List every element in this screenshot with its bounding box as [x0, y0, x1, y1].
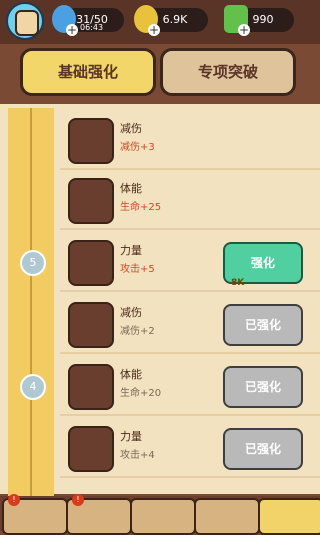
item-bonus: 生命+20: [120, 388, 162, 399]
milestone-node: 4: [20, 374, 46, 400]
energy-counter[interactable]: + 31/50 06:43: [52, 5, 124, 36]
player-avatar[interactable]: [6, 2, 44, 40]
item-bonus: 攻击+5: [120, 264, 155, 275]
heart-icon: [68, 364, 114, 410]
avatar-face-icon: [15, 10, 39, 36]
list-item: 减伤 减伤+3: [60, 110, 320, 170]
upgraded-label: 已强化: [244, 380, 281, 394]
chest-icon[interactable]: !: [2, 494, 68, 535]
upgrade-button-label: 强化: [250, 256, 275, 270]
alert-badge: !: [8, 494, 20, 506]
plus-icon[interactable]: +: [238, 24, 250, 36]
upgraded-button[interactable]: 已强化: [223, 428, 303, 470]
list-item: 体能 生命+20 已强化: [60, 356, 320, 416]
sword-icon[interactable]: [130, 498, 196, 535]
list-item: 力量 攻击+5 强化 8K: [60, 232, 320, 292]
alert-badge: !: [72, 494, 84, 506]
upgraded-label: 已强化: [244, 318, 281, 332]
helmet-icon[interactable]: !: [66, 494, 132, 535]
upgraded-label: 已强化: [244, 442, 281, 456]
fist-icon: [68, 240, 114, 286]
plus-icon[interactable]: +: [66, 24, 78, 36]
chicken-icon[interactable]: [194, 498, 260, 535]
energy-timer: 06:43: [80, 23, 104, 32]
upgraded-button[interactable]: 已强化: [223, 366, 303, 408]
list-item: 体能 生命+25: [60, 170, 320, 230]
item-bonus: 攻击+4: [120, 450, 155, 461]
item-name: 力量: [120, 244, 142, 257]
list-item: 减伤 减伤+2 已强化: [60, 294, 320, 354]
tab-label: 专项突破: [197, 63, 258, 81]
item-name: 减伤: [120, 122, 142, 135]
upgraded-button[interactable]: 已强化: [223, 304, 303, 346]
shield-icon: [68, 118, 114, 164]
upgrade-button[interactable]: 强化 8K: [223, 242, 303, 288]
milestone-node: 5: [20, 250, 46, 276]
item-bonus: 生命+25: [120, 202, 162, 213]
tab-special-breakthrough[interactable]: 专项突破: [160, 48, 296, 96]
item-name: 体能: [120, 368, 142, 381]
item-name: 力量: [120, 430, 142, 443]
crystal-ball-icon[interactable]: [258, 498, 320, 535]
tab-basic-upgrade[interactable]: 基础强化: [20, 48, 156, 96]
item-name: 体能: [120, 182, 142, 195]
gem-value: 990: [252, 13, 274, 26]
fist-icon: [68, 426, 114, 472]
tab-label: 基础强化: [57, 63, 118, 81]
heart-icon: [68, 178, 114, 224]
item-name: 减伤: [120, 306, 142, 319]
plus-icon[interactable]: +: [148, 24, 160, 36]
gold-counter[interactable]: + 6.9K: [134, 5, 208, 36]
gold-value: 6.9K: [162, 13, 188, 26]
gem-counter[interactable]: + 990: [224, 5, 294, 36]
list-item: 力量 攻击+4 已强化: [60, 418, 320, 478]
item-bonus: 减伤+2: [120, 326, 155, 337]
milestone-track-line: [30, 108, 32, 498]
item-bonus: 减伤+3: [120, 142, 155, 153]
shield-icon: [68, 302, 114, 348]
